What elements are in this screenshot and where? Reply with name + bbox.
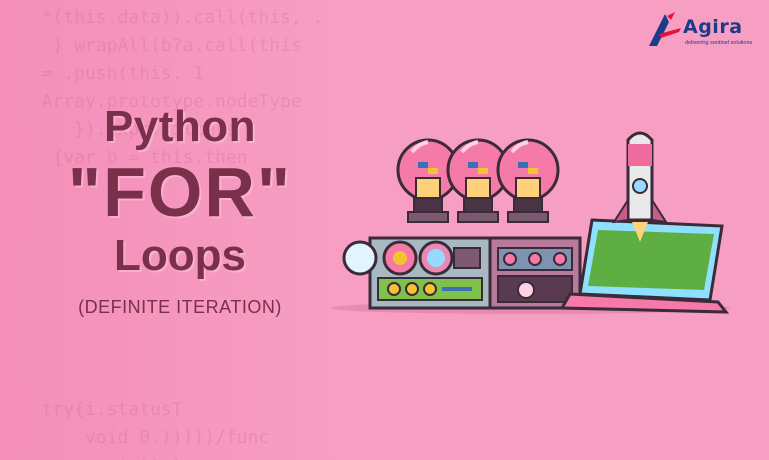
logo-mark-icon [649,12,681,46]
title-block: Python "FOR" Loops (DEFINITE ITERATION) [40,100,320,318]
background-code-line [20,340,769,368]
title-line-loops: Loops [114,231,246,280]
laptop-icon [559,218,730,314]
logo-name: Agira [683,16,743,38]
logo-tagline: delivering sentinel solutions [685,40,753,46]
illustration [330,131,730,314]
agira-logo: Agira delivering sentinel solutions [645,10,755,56]
background-code-line: try{i.statusT [20,399,183,420]
subtitle: (DEFINITE ITERATION) [78,297,282,317]
banner: *(this.data)).call(this, . } wrapAll(b?a… [0,0,769,460]
background-code-line: = .push(this. 1 [20,63,205,84]
background-code-line: void 0.)))))/func [20,427,270,448]
title-line-for: "FOR" [67,153,293,231]
lightbulb-icon [496,138,560,223]
background-code-line: .script).type= [20,452,769,460]
machine-left [342,236,492,310]
title-line-python: Python [103,102,257,151]
background-code-line [20,368,769,396]
